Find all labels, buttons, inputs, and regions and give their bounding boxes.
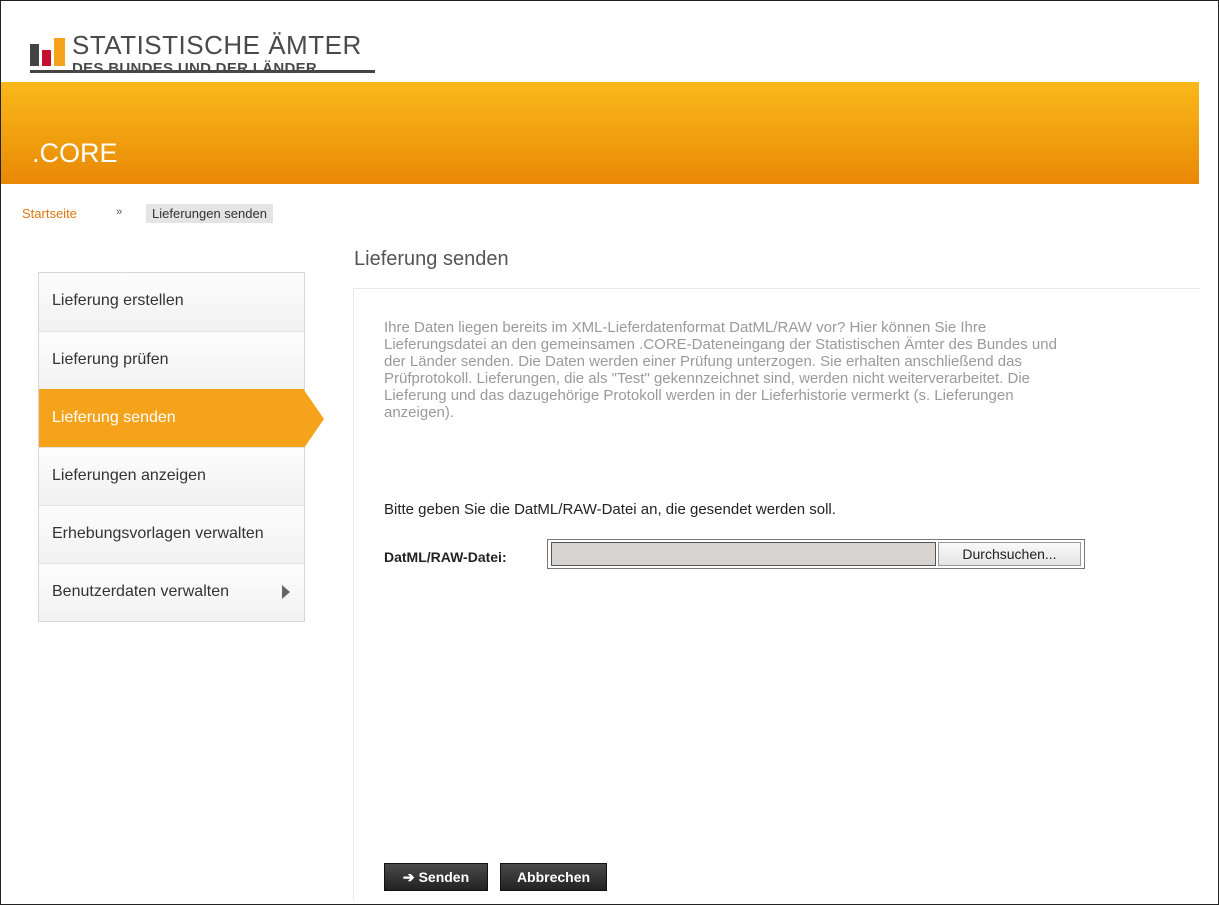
sidebar-item-label: Lieferungen anzeigen <box>52 467 206 484</box>
arrow-right-icon: ➔ <box>402 868 415 885</box>
send-button-label: Senden <box>418 868 470 885</box>
breadcrumb-home-link[interactable]: Startseite <box>22 206 77 221</box>
sidebar-item-label: Lieferung prüfen <box>52 351 169 368</box>
sidebar-item-label: Lieferung senden <box>52 409 176 426</box>
sidebar-item-label: Benutzerdaten verwalten <box>52 583 229 600</box>
send-button[interactable]: ➔ Senden <box>384 863 488 891</box>
breadcrumb-current: Lieferungen senden <box>146 204 273 223</box>
content-panel: Ihre Daten liegen bereits im XML-Lieferd… <box>353 288 1200 901</box>
app-title: .CORE <box>32 138 118 168</box>
instruction-text: Bitte geben Sie die DatML/RAW-Datei an, … <box>384 501 836 518</box>
header-banner: .CORE <box>1 82 1199 184</box>
sidebar-item-benutzerdaten-verwalten[interactable]: Benutzerdaten verwalten <box>39 563 304 621</box>
sidebar-item-lieferungen-anzeigen[interactable]: Lieferungen anzeigen <box>39 447 304 505</box>
browse-button[interactable]: Durchsuchen... <box>938 542 1081 566</box>
submenu-arrow-icon <box>282 585 290 599</box>
sidebar-nav: Lieferung erstellen Lieferung prüfen Lie… <box>38 272 324 622</box>
cancel-button[interactable]: Abbrechen <box>500 863 607 891</box>
sidebar-item-lieferung-erstellen[interactable]: Lieferung erstellen <box>39 273 304 331</box>
breadcrumb-separator-icon: » <box>116 206 123 218</box>
logo-subtitle: DES BUNDES UND DER LÄNDER <box>72 60 318 77</box>
page-title: Lieferung senden <box>354 248 509 270</box>
file-upload-control: Durchsuchen... <box>547 539 1085 569</box>
sidebar-item-label: Lieferung erstellen <box>52 292 184 309</box>
sidebar-item-erhebungsvorlagen-verwalten[interactable]: Erhebungsvorlagen verwalten <box>39 505 304 563</box>
logo-bars-icon <box>30 36 70 72</box>
sidebar-item-lieferung-pruefen[interactable]: Lieferung prüfen <box>39 331 304 389</box>
description-text: Ihre Daten liegen bereits im XML-Lieferd… <box>384 319 1057 421</box>
file-field-label: DatML/RAW-Datei: <box>384 549 507 565</box>
sidebar-item-label: Erhebungsvorlagen verwalten <box>52 525 264 542</box>
logo-title: STATISTISCHE ÄMTER <box>72 30 362 60</box>
sidebar-item-lieferung-senden[interactable]: Lieferung senden <box>39 389 324 448</box>
file-path-input[interactable] <box>551 542 936 566</box>
